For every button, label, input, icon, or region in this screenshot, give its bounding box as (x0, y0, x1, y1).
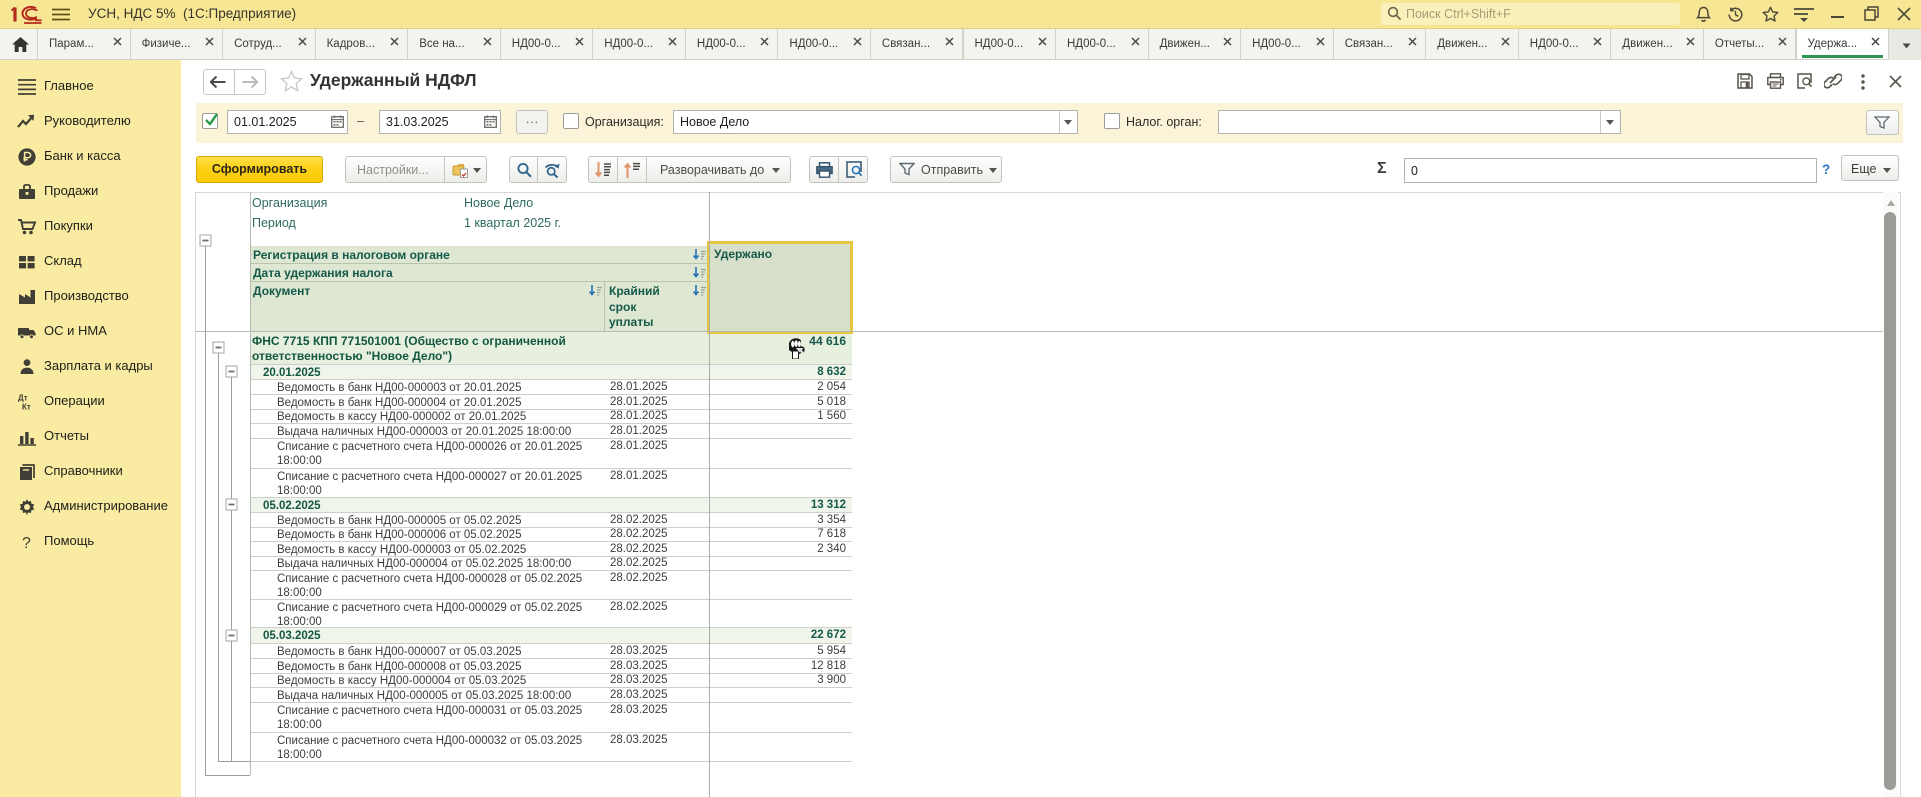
svg-text:?: ? (22, 535, 31, 552)
svg-text:Дт: Дт (18, 394, 28, 403)
svg-text:Кт: Кт (22, 403, 31, 412)
